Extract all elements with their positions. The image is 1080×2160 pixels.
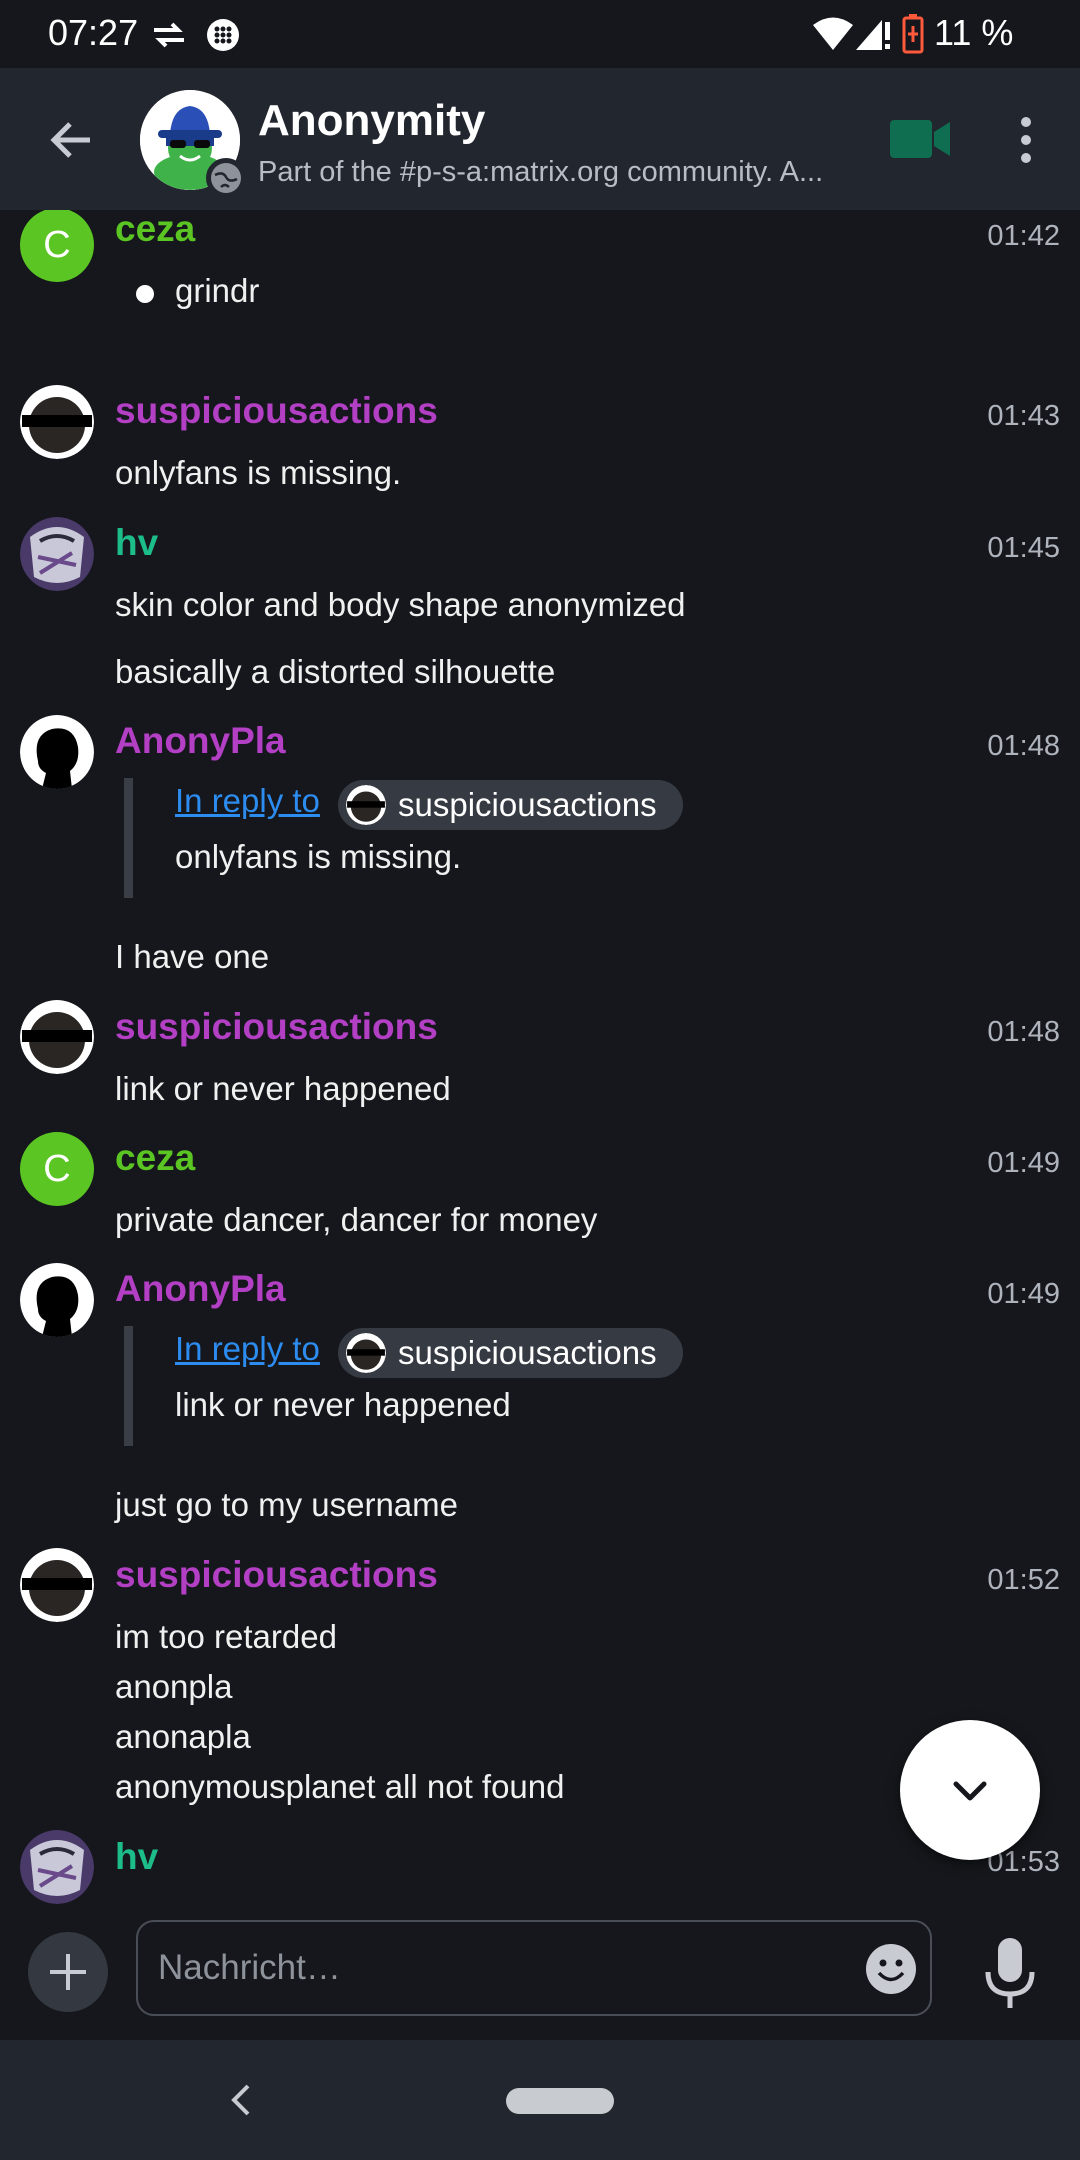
message-text: anonymousplanet all not found: [115, 1768, 565, 1805]
message-text: private dancer, dancer for money: [115, 1201, 598, 1238]
sender-name[interactable]: ceza: [115, 210, 195, 250]
message-text: just go to my username: [115, 1486, 458, 1523]
data-transfer-icon: [154, 22, 184, 48]
sender-name[interactable]: AnonyPla: [115, 720, 286, 762]
censored-face-avatar: [20, 1000, 94, 1074]
nav-home-pill[interactable]: [506, 2088, 614, 2114]
message-text: anonpla: [115, 1668, 233, 1705]
abstract-art-avatar: [20, 517, 94, 591]
sender-name[interactable]: suspiciousactions: [115, 1006, 438, 1048]
reply-quote-bar: [124, 1326, 133, 1446]
message-text: anonapla: [115, 1718, 251, 1755]
video-call-icon[interactable]: [888, 114, 952, 164]
censored-face-avatar: [20, 385, 94, 459]
message-text: I have one: [115, 938, 270, 975]
message-text: grindr: [175, 272, 260, 309]
avatar[interactable]: [20, 1263, 94, 1337]
avatar[interactable]: C: [20, 1132, 94, 1206]
back-arrow-icon[interactable]: [44, 112, 100, 168]
sender-name[interactable]: suspiciousactions: [115, 1554, 438, 1596]
reply-quote-bar: [124, 778, 133, 898]
avatar[interactable]: C: [20, 210, 94, 282]
message-text: im too retarded: [115, 1618, 337, 1655]
attach-button[interactable]: [28, 1932, 108, 2012]
battery-low-icon: [902, 14, 924, 54]
reply-user-name: suspiciousactions: [398, 1334, 657, 1371]
avatar[interactable]: [20, 715, 94, 789]
nav-back-icon[interactable]: [226, 2080, 256, 2120]
message-time: 01:49: [987, 1147, 1060, 1179]
wifi-icon: [813, 17, 853, 50]
room-title[interactable]: Anonymity: [258, 96, 485, 146]
avatar[interactable]: [20, 1000, 94, 1074]
microphone-icon[interactable]: [980, 1936, 1040, 2012]
chevron-down-icon: [953, 1781, 987, 1801]
plus-icon: [50, 1954, 86, 1990]
grid-dots-icon: [207, 19, 239, 51]
avatar[interactable]: [20, 385, 94, 459]
reply-quote-text: link or never happened: [175, 1386, 511, 1423]
reply-user-name: suspiciousactions: [398, 786, 657, 823]
message-text: skin color and body shape anonymized: [115, 586, 686, 623]
message-timeline[interactable]: C ceza 01:42 grindr suspiciousactions 01…: [0, 210, 1080, 1910]
avatar: [346, 785, 386, 825]
reply-quote-text: onlyfans is missing.: [175, 838, 462, 875]
room-header: Anonymity Part of the #p-s-a:matrix.org …: [0, 68, 1080, 210]
in-reply-to-link[interactable]: In reply to: [175, 782, 320, 820]
message-time: 01:42: [987, 220, 1060, 252]
message-time: 01:48: [987, 1016, 1060, 1048]
censored-face-avatar: [346, 1333, 386, 1373]
sender-name[interactable]: ceza: [115, 1137, 195, 1179]
status-bar: 07:27 11 %: [0, 0, 1080, 68]
battery-percent: 11 %: [934, 12, 1014, 53]
status-time: 07:27: [48, 12, 139, 53]
message-input[interactable]: Nachricht…: [136, 1920, 932, 2016]
in-reply-to-link[interactable]: In reply to: [175, 1330, 320, 1368]
message-time: 01:48: [987, 730, 1060, 762]
message-composer: Nachricht…: [0, 1910, 1080, 2040]
message-input-placeholder: Nachricht…: [158, 1948, 341, 1987]
avatar: [346, 1333, 386, 1373]
silhouette-avatar: [20, 715, 94, 789]
message-text: onlyfans is missing.: [115, 454, 402, 491]
system-nav-bar: [0, 2040, 1080, 2160]
abstract-art-avatar: [20, 1830, 94, 1904]
sender-name[interactable]: suspiciousactions: [115, 390, 438, 432]
message-time: 01:49: [987, 1278, 1060, 1310]
emoji-icon[interactable]: [864, 1942, 918, 1996]
avatar[interactable]: [20, 1830, 94, 1904]
list-bullet: [136, 285, 154, 303]
avatar[interactable]: [20, 517, 94, 591]
more-vert-icon[interactable]: [1008, 114, 1044, 166]
message-text: link or never happened: [115, 1070, 451, 1107]
message-time: 01:43: [987, 400, 1060, 432]
scroll-to-bottom-button[interactable]: [900, 1720, 1040, 1860]
reply-user-pill[interactable]: suspiciousactions: [338, 1328, 683, 1378]
sender-name[interactable]: hv: [115, 1836, 158, 1878]
reply-user-pill[interactable]: suspiciousactions: [338, 780, 683, 830]
silhouette-avatar: [20, 1263, 94, 1337]
cell-signal-icon: [856, 20, 890, 50]
sender-name[interactable]: AnonyPla: [115, 1268, 286, 1310]
censored-face-avatar: [346, 785, 386, 825]
message-time: 01:45: [987, 532, 1060, 564]
globe-icon: [206, 158, 246, 198]
sender-name[interactable]: hv: [115, 522, 158, 564]
avatar[interactable]: [20, 1548, 94, 1622]
censored-face-avatar: [20, 1548, 94, 1622]
message-text: basically a distorted silhouette: [115, 653, 556, 690]
room-topic[interactable]: Part of the #p-s-a:matrix.org community.…: [258, 156, 848, 189]
message-time: 01:52: [987, 1564, 1060, 1596]
